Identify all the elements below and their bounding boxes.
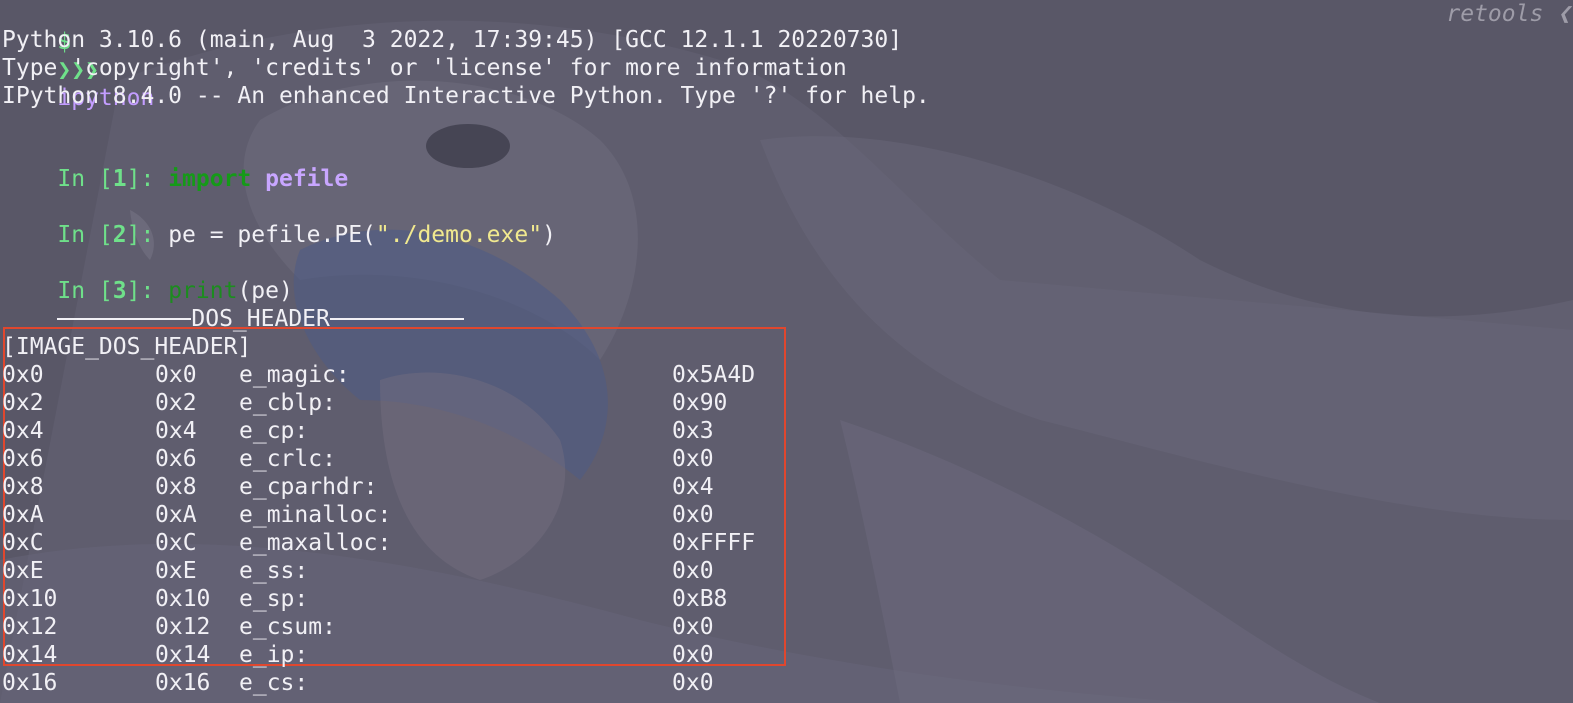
file-offset: 0x4: [2, 418, 44, 444]
file-offset: 0xC: [2, 530, 44, 556]
offset: 0x14: [155, 642, 211, 668]
string-literal: "./demo.exe": [375, 222, 543, 248]
field-value: 0x0: [672, 446, 714, 472]
field-row: 0xE 0xE e_ss: 0x0: [0, 557, 900, 585]
in-prompt-close: ]:: [126, 222, 169, 248]
module-name: pefile: [265, 166, 349, 192]
offset: 0x6: [155, 446, 197, 472]
field-row: 0x4 0x4 e_cp: 0x3: [0, 417, 900, 445]
field-row: 0x2 0x2 e_cblp: 0x90: [0, 389, 900, 417]
field-row: 0xA 0xA e_minalloc: 0x0: [0, 501, 900, 529]
code-text: ): [542, 222, 556, 248]
field-value: 0x0: [672, 670, 714, 696]
field-row: 0x0 0x0 e_magic: 0x5A4D: [0, 361, 900, 389]
field-name: e_csum:: [239, 614, 336, 640]
file-offset: 0xE: [2, 558, 44, 584]
in-prompt-number: 1: [112, 166, 127, 192]
in-prompt-open: In [: [57, 222, 113, 248]
section-header-line: DOS_HEADER: [2, 277, 464, 332]
field-value: 0x4: [672, 474, 714, 500]
field-row: 0xC 0xC e_maxalloc: 0xFFFF: [0, 529, 900, 557]
file-offset: 0x16: [2, 670, 58, 696]
directory-indicator: retools ❮: [1446, 1, 1571, 27]
field-name: e_ip:: [239, 642, 309, 668]
banner-line-type: Type 'copyright', 'credits' or 'license'…: [2, 55, 847, 81]
field-name: e_cblp:: [239, 390, 336, 416]
field-row: 0x14 0x14 e_ip: 0x0: [0, 641, 900, 669]
field-name: e_minalloc:: [239, 502, 392, 528]
offset: 0x4: [155, 418, 197, 444]
field-value: 0x0: [672, 502, 714, 528]
field-name: e_cs:: [239, 670, 309, 696]
offset: 0x16: [155, 670, 211, 696]
field-value: 0x0: [672, 642, 714, 668]
field-name: e_cp:: [239, 418, 309, 444]
code-text: pe = pefile.PE(: [168, 222, 376, 248]
struct-name: [IMAGE_DOS_HEADER]: [2, 334, 252, 360]
file-offset: 0xA: [2, 502, 44, 528]
field-value: 0x0: [672, 558, 714, 584]
terminal-window[interactable]: $ ❯❯❯ ipython retools ❮ Python 3.10.6 (m…: [0, 0, 1573, 703]
banner-line-python: Python 3.10.6 (main, Aug 3 2022, 17:39:4…: [2, 27, 903, 53]
field-name: e_crlc:: [239, 446, 336, 472]
offset: 0x0: [155, 362, 197, 388]
file-offset: 0x14: [2, 642, 58, 668]
field-name: e_sp:: [239, 586, 309, 612]
input-cell-2: In [2]: pe = pefile.PE("./demo.exe"): [2, 193, 556, 248]
field-row: 0x12 0x12 e_csum: 0x0: [0, 613, 900, 641]
import-keyword: import: [168, 166, 252, 192]
offset: 0x10: [155, 586, 211, 612]
field-value: 0x3: [672, 418, 714, 444]
divider-left: [57, 317, 192, 320]
field-name: e_maxalloc:: [239, 530, 392, 556]
in-prompt-open: In [: [57, 166, 113, 192]
offset: 0x12: [155, 614, 211, 640]
offset: 0xE: [155, 558, 197, 584]
banner-line-ipython: IPython 8.4.0 -- An enhanced Interactive…: [2, 83, 930, 109]
offset: 0xC: [155, 530, 197, 556]
field-value: 0xB8: [672, 586, 728, 612]
in-prompt-number: 2: [112, 222, 127, 248]
divider-right: [329, 317, 464, 320]
field-row: 0x10 0x10 e_sp: 0xB8: [0, 585, 900, 613]
field-value: 0x5A4D: [672, 362, 756, 388]
file-offset: 0x0: [2, 362, 44, 388]
offset: 0x2: [155, 390, 197, 416]
field-row: 0x8 0x8 e_cparhdr: 0x4: [0, 473, 900, 501]
field-row: 0x6 0x6 e_crlc: 0x0: [0, 445, 900, 473]
input-cell-3: In [3]: print(pe): [2, 249, 292, 304]
offset: 0x8: [155, 474, 197, 500]
field-name: e_ss:: [239, 558, 309, 584]
field-value: 0x0: [672, 614, 714, 640]
field-name: e_magic:: [239, 362, 350, 388]
offset: 0xA: [155, 502, 197, 528]
field-row: 0x16 0x16 e_cs: 0x0: [0, 669, 900, 697]
in-prompt-close: ]:: [126, 166, 169, 192]
file-offset: 0x12: [2, 614, 58, 640]
file-offset: 0x6: [2, 446, 44, 472]
file-offset: 0x2: [2, 390, 44, 416]
file-offset: 0x10: [2, 586, 58, 612]
field-value: 0xFFFF: [672, 530, 756, 556]
shell-prompt-line: $ ❯❯❯ ipython: [2, 0, 154, 111]
file-offset: 0x8: [2, 474, 44, 500]
field-value: 0x90: [672, 390, 728, 416]
field-name: e_cparhdr:: [239, 474, 378, 500]
input-cell-1: In [1]: import pefile: [2, 137, 348, 192]
